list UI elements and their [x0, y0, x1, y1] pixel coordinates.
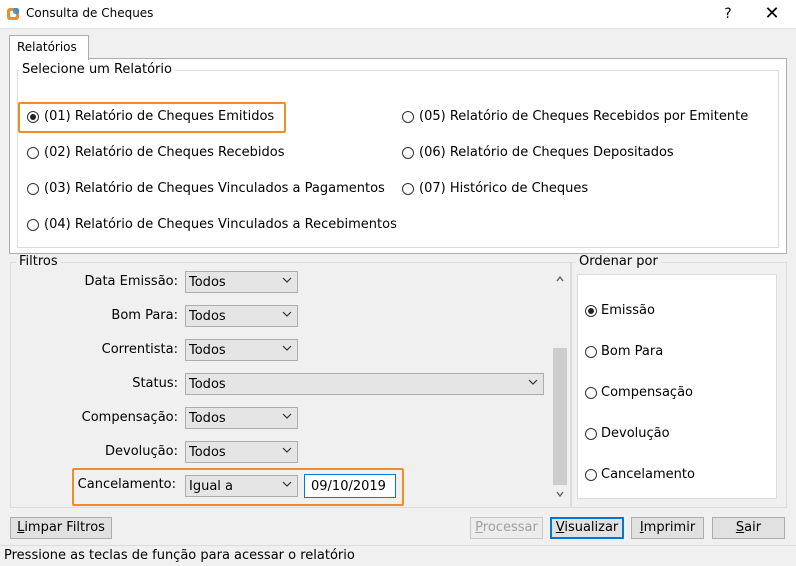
- combo-value: Todos: [189, 377, 226, 392]
- button-label: impar Filtros: [24, 520, 105, 535]
- combo-bom-para[interactable]: Todos: [185, 305, 298, 327]
- view-button[interactable]: Visualizar: [550, 517, 624, 539]
- chevron-down-icon: [282, 345, 292, 351]
- help-button[interactable]: ?: [716, 2, 740, 26]
- radio-report-02[interactable]: [27, 147, 39, 159]
- app-icon: [7, 8, 19, 20]
- scrollbar-thumb[interactable]: [553, 348, 567, 485]
- exit-button[interactable]: Sair: [712, 517, 785, 539]
- radio-order-compensacao[interactable]: [585, 387, 597, 399]
- chevron-down-icon: [282, 277, 292, 283]
- radio-label: Compensação: [601, 385, 693, 400]
- combo-value: Todos: [189, 309, 226, 324]
- filter-label-data-emissao: Data Emissão:: [84, 274, 178, 289]
- radio-report-01[interactable]: [27, 111, 39, 123]
- radio-label: (04) Relatório de Cheques Vinculados a R…: [44, 217, 397, 232]
- combo-status[interactable]: Todos: [185, 373, 544, 395]
- radio-label: Cancelamento: [601, 467, 695, 482]
- combo-data-emissao[interactable]: Todos: [185, 271, 298, 293]
- print-button[interactable]: Imprimir: [631, 517, 704, 539]
- scroll-down-icon[interactable]: [555, 489, 565, 499]
- combo-value: Igual a: [189, 479, 234, 494]
- radio-order-bom-para[interactable]: [585, 346, 597, 358]
- button-label: mprimir: [643, 520, 696, 535]
- radio-label: (07) Histórico de Cheques: [419, 181, 589, 196]
- radio-label: Emissão: [601, 303, 655, 318]
- button-label: rocessar: [482, 520, 538, 535]
- process-button[interactable]: Processar: [470, 517, 543, 539]
- button-mnemonic: P: [475, 520, 483, 535]
- radio-label: (02) Relatório de Cheques Recebidos: [44, 145, 285, 160]
- chevron-down-icon: [282, 413, 292, 419]
- combo-compensacao[interactable]: Todos: [185, 407, 298, 429]
- date-value: 09/10/2019: [311, 479, 386, 494]
- radio-order-cancelamento[interactable]: [585, 469, 597, 481]
- window-title: Consulta de Cheques: [26, 6, 154, 20]
- combo-correntista[interactable]: Todos: [185, 339, 298, 361]
- radio-order-devolucao[interactable]: [585, 428, 597, 440]
- radio-report-04[interactable]: [27, 219, 39, 231]
- cancelamento-date-input[interactable]: 09/10/2019: [304, 474, 396, 498]
- radio-label: (03) Relatório de Cheques Vinculados a P…: [44, 181, 385, 196]
- chevron-down-icon: [528, 379, 538, 385]
- scroll-up-icon[interactable]: [555, 274, 565, 284]
- tab-panel: Selecione um Relatório (01) Relatório de…: [9, 58, 787, 254]
- button-mnemonic: S: [735, 520, 745, 535]
- report-group-label: Selecione um Relatório: [19, 62, 175, 77]
- chevron-down-icon: [282, 311, 292, 317]
- radio-report-05[interactable]: [402, 111, 414, 123]
- combo-devolucao[interactable]: Todos: [185, 441, 298, 463]
- button-label: isualizar: [564, 520, 619, 535]
- order-group-label: Ordenar por: [576, 254, 661, 269]
- combo-value: Todos: [189, 411, 226, 426]
- filter-label-correntista: Correntista:: [101, 342, 178, 357]
- filters-scrollbar[interactable]: [552, 270, 568, 502]
- button-label: air: [744, 520, 762, 535]
- status-bar: Pressione as teclas de função para acess…: [0, 545, 796, 566]
- radio-report-03[interactable]: [27, 183, 39, 195]
- title-bar: Consulta de Cheques ? ✕: [0, 0, 796, 29]
- combo-value: Todos: [189, 343, 226, 358]
- tab-label: Relatórios: [17, 40, 77, 54]
- radio-label: (01) Relatório de Cheques Emitidos: [44, 109, 275, 124]
- tab-relatorios[interactable]: Relatórios: [9, 35, 89, 60]
- radio-label: (05) Relatório de Cheques Recebidos por …: [419, 109, 749, 124]
- filter-label-bom-para: Bom Para:: [111, 308, 178, 323]
- filter-label-status: Status:: [132, 376, 178, 391]
- combo-value: Todos: [189, 445, 226, 460]
- close-button[interactable]: ✕: [760, 2, 784, 26]
- radio-order-emissao[interactable]: [585, 305, 597, 317]
- filter-label-compensacao: Compensação:: [81, 410, 178, 425]
- radio-label: Devolução: [601, 426, 670, 441]
- radio-label: Bom Para: [601, 344, 664, 359]
- status-text: Pressione as teclas de função para acess…: [4, 548, 355, 563]
- chevron-down-icon: [282, 481, 292, 487]
- radio-label: (06) Relatório de Cheques Depositados: [419, 145, 674, 160]
- filters-group-label: Filtros: [16, 254, 61, 269]
- radio-report-06[interactable]: [402, 147, 414, 159]
- combo-value: Todos: [189, 275, 226, 290]
- combo-cancelamento[interactable]: Igual a: [185, 475, 298, 497]
- chevron-down-icon: [282, 447, 292, 453]
- filter-label-cancelamento: Cancelamento:: [77, 477, 176, 492]
- filter-label-devolucao: Devolução:: [105, 444, 178, 459]
- radio-report-07[interactable]: [402, 183, 414, 195]
- clear-filters-button[interactable]: Limpar Filtros: [10, 517, 112, 539]
